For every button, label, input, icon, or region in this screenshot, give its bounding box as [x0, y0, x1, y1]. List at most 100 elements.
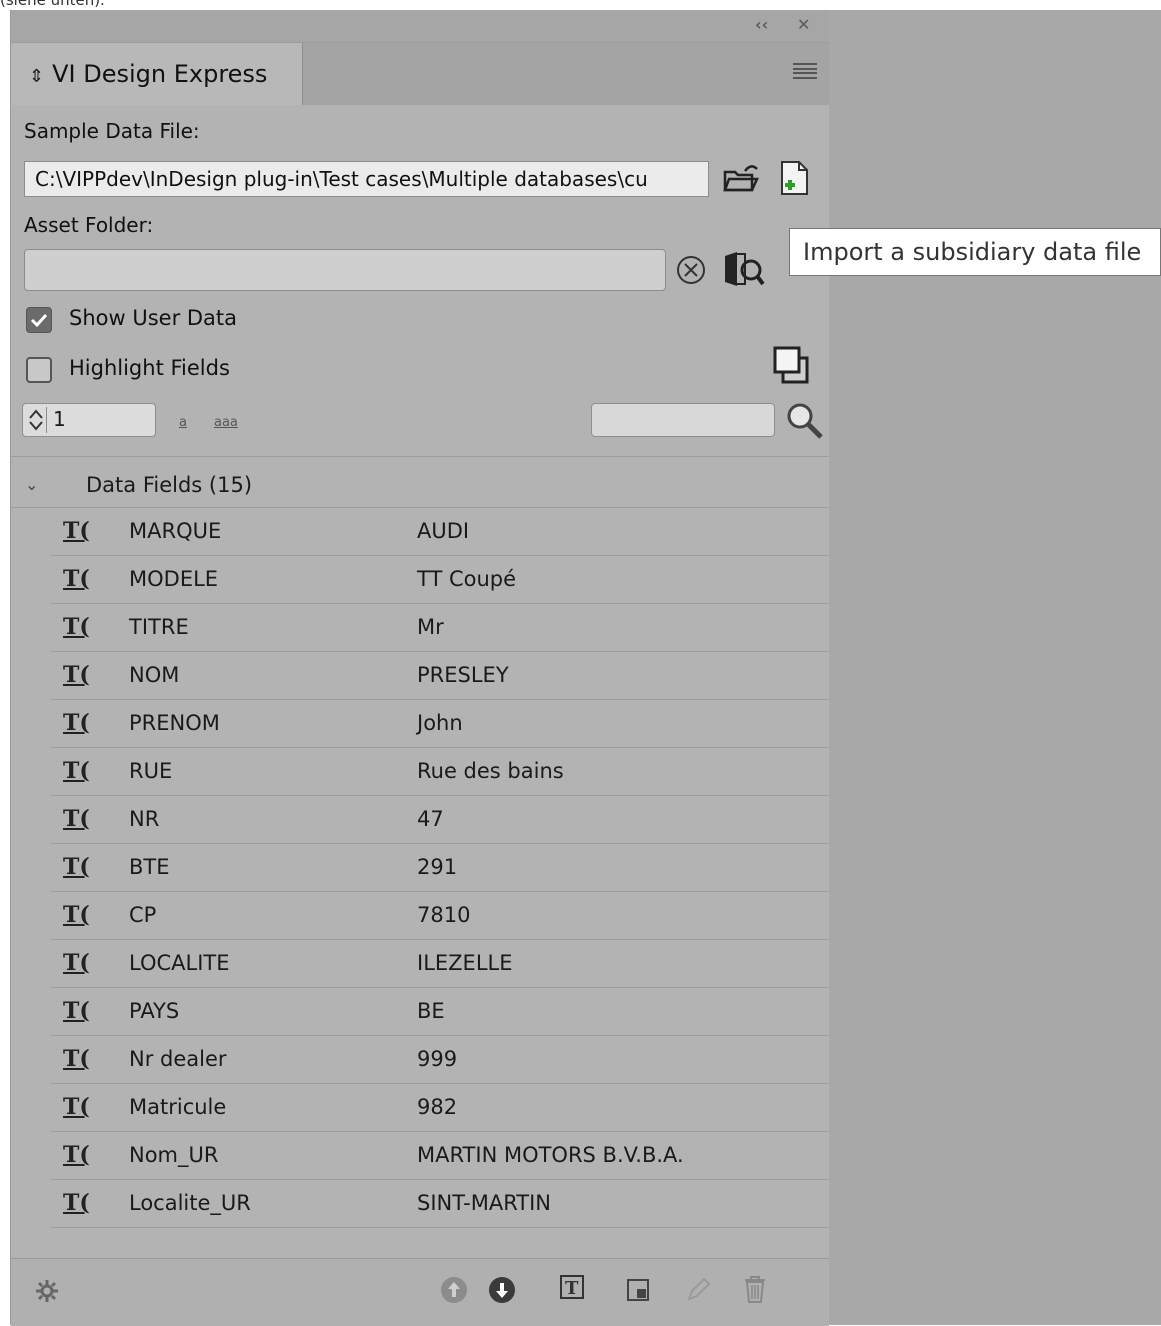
- table-row[interactable]: T( RUE Rue des bains: [51, 748, 829, 796]
- data-fields-title: Data Fields (15): [86, 473, 253, 497]
- table-row[interactable]: T( Localite_UR SINT-MARTIN: [51, 1180, 829, 1228]
- text-field-icon: T(: [63, 662, 90, 688]
- field-value: 47: [417, 807, 444, 831]
- data-fields-header[interactable]: ⌄ Data Fields (15): [11, 462, 829, 508]
- table-row[interactable]: T( LOCALITE ILEZELLE: [51, 940, 829, 988]
- panel-tab-row: ⇕ VI Design Express: [11, 43, 829, 105]
- field-name: NR: [129, 807, 160, 831]
- field-value: 7810: [417, 903, 471, 927]
- field-value: SINT-MARTIN: [417, 1191, 551, 1215]
- insert-text-icon[interactable]: T: [558, 1273, 586, 1307]
- tab-title: VI Design Express: [52, 60, 268, 88]
- text-field-icon: T(: [63, 1190, 90, 1216]
- record-number-stepper[interactable]: 1: [22, 403, 156, 437]
- text-field-icon: T(: [63, 614, 90, 640]
- field-name: Matricule: [129, 1095, 227, 1119]
- sample-data-file-input[interactable]: C:\VIPPdev\InDesign plug-in\Test cases\M…: [24, 161, 709, 197]
- case-lower-link[interactable]: a: [179, 415, 187, 430]
- page-fragment-text: (siehe unten).: [0, 0, 105, 9]
- tab-arrows-icon: ⇕: [29, 66, 45, 87]
- panel-titlebar: ‹‹ ✕: [11, 10, 829, 43]
- text-field-icon: T(: [63, 998, 90, 1024]
- field-value: BE: [417, 999, 445, 1023]
- data-fields-list: T(MARQUE AUDI T(MODELE TT Coupé T(TITRE Mr T(N…: [51, 508, 829, 1228]
- double-chevron-left-icon[interactable]: ‹‹: [755, 14, 768, 36]
- text-field-icon: T(: [63, 1142, 90, 1168]
- field-value: PRESLEY: [417, 663, 509, 687]
- close-icon[interactable]: ✕: [797, 14, 810, 36]
- stepper-arrows-icon[interactable]: [26, 407, 47, 433]
- text-field-icon: T(: [63, 950, 90, 976]
- table-row[interactable]: T( CP 7810: [51, 892, 829, 940]
- table-row[interactable]: T( BTE 291: [51, 844, 829, 892]
- sample-data-file-label: Sample Data File:: [24, 119, 200, 143]
- text-field-icon: T(: [63, 902, 90, 928]
- text-field-icon: T(: [63, 758, 90, 784]
- table-row[interactable]: T(Nom_UR MARTIN MOTORS B.V.B.A.: [51, 1132, 829, 1180]
- clear-circle-icon[interactable]: [675, 254, 707, 286]
- search-icon[interactable]: [785, 401, 825, 441]
- text-field-icon: T(: [63, 1046, 90, 1072]
- canvas-background: [828, 10, 1161, 1325]
- asset-folder-label: Asset Folder:: [24, 213, 154, 237]
- field-name: MARQUE: [129, 519, 222, 543]
- field-value: Mr: [417, 615, 444, 639]
- text-field-icon: T(: [63, 806, 90, 832]
- browse-folder-icon[interactable]: [721, 248, 767, 292]
- field-name: LOCALITE: [129, 951, 230, 975]
- table-row[interactable]: T( TITRE Mr: [51, 604, 829, 652]
- field-value: 982: [417, 1095, 458, 1119]
- table-row[interactable]: T(MARQUE AUDI: [51, 508, 829, 556]
- trash-icon[interactable]: [741, 1273, 769, 1309]
- field-value: 291: [417, 855, 458, 879]
- panel-bottom-toolbar: T: [11, 1258, 829, 1326]
- move-down-icon[interactable]: [487, 1275, 517, 1309]
- field-name: NOM: [129, 663, 180, 687]
- move-up-icon[interactable]: [439, 1275, 469, 1309]
- field-value: Rue des bains: [417, 759, 564, 783]
- show-user-data-label: Show User Data: [69, 306, 238, 330]
- table-row[interactable]: T( PAYS BE: [51, 988, 829, 1036]
- text-field-icon: T(: [63, 566, 90, 592]
- preview-icon[interactable]: [773, 346, 813, 386]
- asset-folder-input[interactable]: [24, 249, 666, 291]
- text-field-icon: T(: [63, 854, 90, 880]
- text-field-icon: T(: [63, 518, 90, 544]
- text-field-icon: T(: [63, 1094, 90, 1120]
- case-word-link[interactable]: aaa: [214, 415, 238, 430]
- field-name: CP: [129, 903, 157, 927]
- field-value: ILEZELLE: [417, 951, 513, 975]
- edit-icon[interactable]: [683, 1275, 713, 1309]
- field-name: PRENOM: [129, 711, 220, 735]
- table-row[interactable]: T( Matricule 982: [51, 1084, 829, 1132]
- field-name: RUE: [129, 759, 173, 783]
- tab-vi-design-express[interactable]: ⇕ VI Design Express: [11, 43, 303, 105]
- gear-icon[interactable]: [35, 1279, 59, 1307]
- field-name: PAYS: [129, 999, 180, 1023]
- table-row[interactable]: T( MODELE TT Coupé: [51, 556, 829, 604]
- highlight-fields-label: Highlight Fields: [69, 356, 230, 380]
- record-number-value: 1: [53, 407, 66, 431]
- open-folder-icon[interactable]: [723, 162, 761, 194]
- field-name: TITRE: [129, 615, 189, 639]
- table-row[interactable]: T( NR 47: [51, 796, 829, 844]
- text-field-icon: T(: [63, 710, 90, 736]
- vi-design-express-panel: ‹‹ ✕ ⇕ VI Design Express Sample Data File…: [10, 10, 829, 1326]
- chevron-down-icon[interactable]: ⌄: [25, 462, 38, 508]
- field-name: Localite_UR: [129, 1191, 251, 1215]
- table-row[interactable]: T(PRENOM John: [51, 700, 829, 748]
- import-file-icon[interactable]: [778, 160, 810, 196]
- import-subsidiary-tooltip: Import a subsidiary data file: [789, 228, 1161, 276]
- show-user-data-checkbox[interactable]: [26, 307, 52, 333]
- field-value: TT Coupé: [417, 567, 517, 591]
- field-name: Nom_UR: [129, 1143, 219, 1167]
- highlight-fields-checkbox[interactable]: [26, 357, 52, 383]
- search-input[interactable]: [591, 403, 775, 437]
- table-row[interactable]: T(Nr dealer 999: [51, 1036, 829, 1084]
- field-value: 999: [417, 1047, 458, 1071]
- insert-image-icon[interactable]: [625, 1277, 651, 1307]
- field-name: MODELE: [129, 567, 219, 591]
- hamburger-menu-icon[interactable]: [793, 63, 817, 79]
- table-row[interactable]: T( NOM PRESLEY: [51, 652, 829, 700]
- field-name: BTE: [129, 855, 170, 879]
